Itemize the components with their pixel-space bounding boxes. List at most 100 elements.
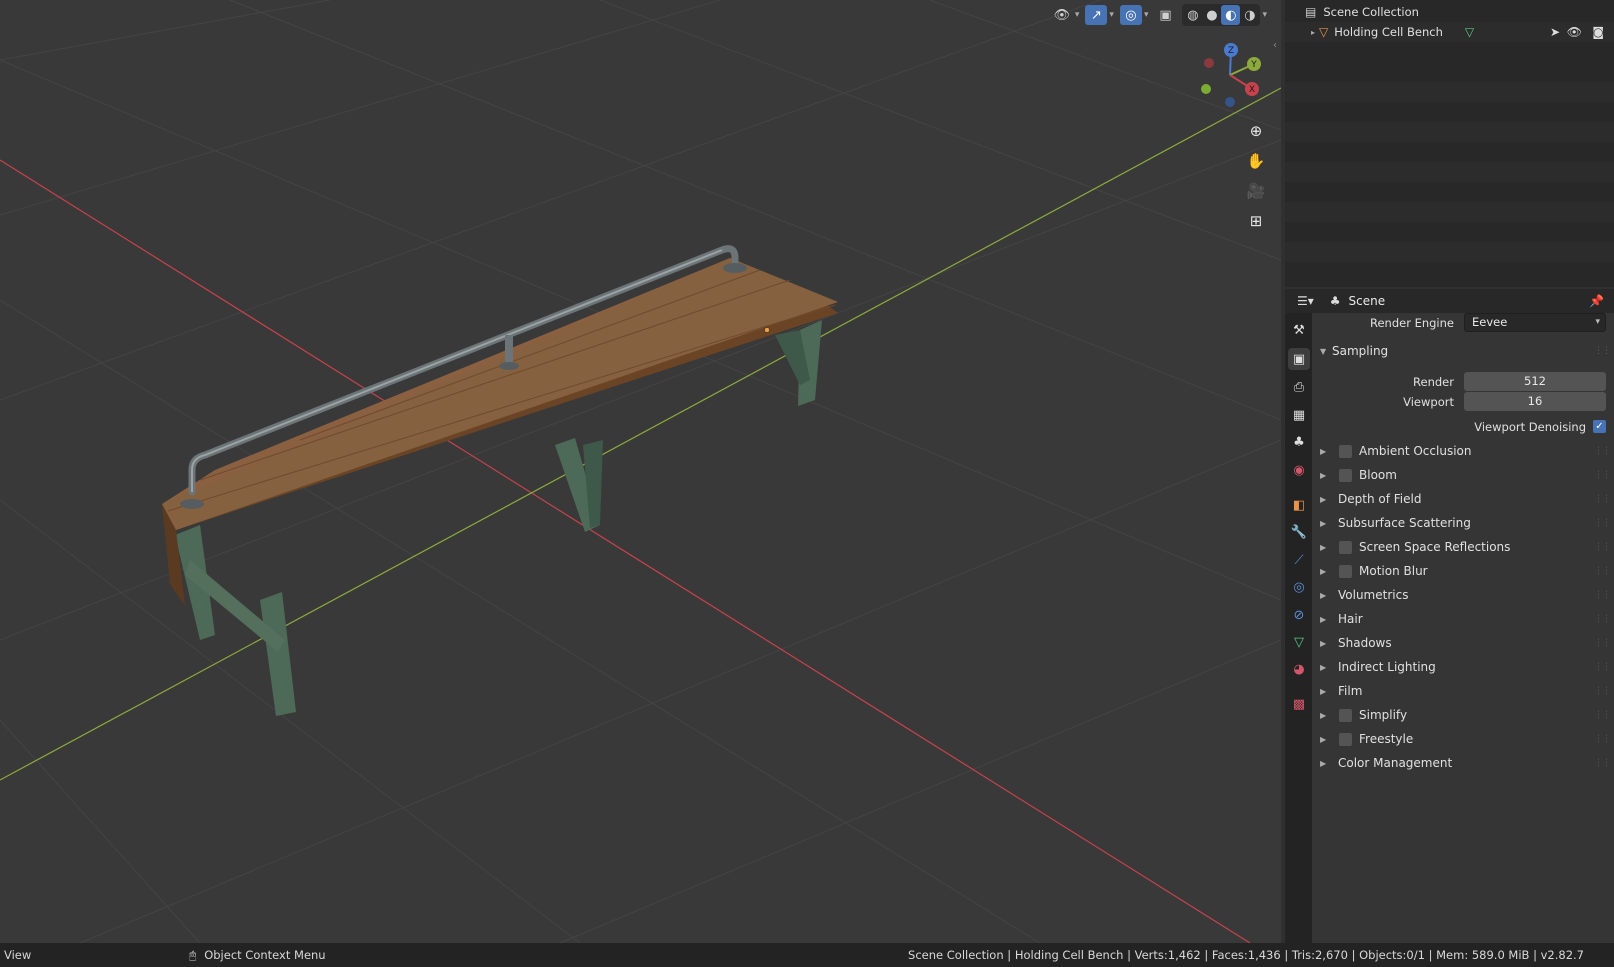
view-layer-icon[interactable]: ▦	[1288, 404, 1310, 426]
output-icon[interactable]: ⎙	[1288, 376, 1310, 398]
overlay-icon[interactable]: ◎	[1119, 5, 1142, 25]
properties-header: ☰▾ ♣ Scene 📌	[1285, 289, 1614, 313]
panel-simplify[interactable]: ▶ Simplify ⋮⋮	[1312, 704, 1614, 726]
sampling-viewport-field[interactable]: 16	[1464, 392, 1606, 411]
outliner-row-object[interactable]: ▸ ▽ Holding Cell Bench ▽ ➤ 👁 ◙	[1285, 22, 1614, 42]
rendered-icon[interactable]: ◑	[1240, 5, 1259, 25]
drag-grip-icon[interactable]: ⋮⋮	[1594, 590, 1611, 600]
panel-freestyle[interactable]: ▶ Freestyle ⋮⋮	[1312, 728, 1614, 750]
drag-grip-icon[interactable]: ⋮⋮	[1594, 566, 1611, 576]
modifier-icon[interactable]: 🔧	[1288, 521, 1310, 543]
panel-label: Motion Blur	[1359, 564, 1428, 578]
visibility-icon[interactable]: 👁	[1051, 5, 1073, 25]
drag-grip-icon[interactable]: ⋮⋮	[1594, 686, 1611, 696]
mesh-data-icon[interactable]: ▽	[1465, 25, 1474, 39]
panel-enable-checkbox[interactable]	[1339, 468, 1352, 482]
panel-bloom[interactable]: ▶ Bloom ⋮⋮	[1312, 464, 1614, 486]
drag-grip-icon[interactable]: ⋮⋮	[1594, 638, 1611, 648]
status-view-label[interactable]: View	[4, 948, 31, 962]
chevron-down-icon[interactable]: ▾	[1109, 10, 1114, 20]
render-icon[interactable]: ▣	[1288, 348, 1310, 370]
render-engine-select[interactable]: Eevee ▾	[1464, 313, 1606, 332]
editor-type-icon[interactable]: ☰▾	[1297, 294, 1314, 308]
eye-icon[interactable]: 👁	[1567, 25, 1582, 39]
panel-screen-space-reflections[interactable]: ▶ Screen Space Reflections ⋮⋮	[1312, 536, 1614, 558]
hand-pan-icon[interactable]: ✋	[1243, 148, 1269, 174]
panel-hair[interactable]: ▶ Hair ⋮⋮	[1312, 608, 1614, 630]
outliner-object-label: Holding Cell Bench	[1334, 25, 1443, 39]
panel-motion-blur[interactable]: ▶ Motion Blur ⋮⋮	[1312, 560, 1614, 582]
gizmo-icon[interactable]: ↗	[1085, 5, 1108, 25]
panel-shadows[interactable]: ▶ Shadows ⋮⋮	[1312, 632, 1614, 654]
texture-icon[interactable]: ▩	[1288, 693, 1310, 715]
drag-grip-icon[interactable]: ⋮⋮	[1594, 542, 1611, 552]
chevron-down-icon[interactable]: ▾	[1075, 10, 1080, 20]
drag-grip-icon[interactable]: ⋮⋮	[1594, 494, 1611, 504]
solid-icon[interactable]: ●	[1202, 5, 1221, 25]
sampling-render-label: Render	[1413, 375, 1454, 389]
panel-ambient-occlusion[interactable]: ▶ Ambient Occlusion ⋮⋮	[1312, 440, 1614, 462]
panel-subsurface-scattering[interactable]: ▶ Subsurface Scattering ⋮⋮	[1312, 512, 1614, 534]
gizmo-neg-z[interactable]	[1225, 97, 1235, 107]
material-icon[interactable]: ◕	[1288, 658, 1310, 680]
viewport-denoising-checkbox[interactable]: ✓	[1593, 420, 1606, 433]
panel-depth-of-field[interactable]: ▶ Depth of Field ⋮⋮	[1312, 488, 1614, 510]
physics-icon[interactable]: ◎	[1288, 576, 1310, 598]
drag-grip-icon[interactable]: ⋮⋮	[1594, 346, 1611, 356]
drag-grip-icon[interactable]: ⋮⋮	[1594, 518, 1611, 528]
chevron-down-icon[interactable]: ▾	[1262, 10, 1267, 20]
xray-icon[interactable]: ▣	[1154, 5, 1176, 25]
panel-enable-checkbox[interactable]	[1339, 564, 1352, 578]
zoom-icon[interactable]: ⊕	[1243, 118, 1269, 144]
bench-model[interactable]	[162, 245, 838, 716]
sampling-render-field[interactable]: 512	[1464, 372, 1606, 391]
panel-film[interactable]: ▶ Film ⋮⋮	[1312, 680, 1614, 702]
navigation-gizmo[interactable]: Z Y X	[1195, 40, 1265, 110]
drag-grip-icon[interactable]: ⋮⋮	[1594, 734, 1611, 744]
world-icon[interactable]: ◉	[1288, 459, 1310, 481]
object-icon[interactable]: ◧	[1288, 494, 1310, 516]
outliner-row-scene-collection[interactable]: ▤ Scene Collection	[1285, 2, 1614, 22]
drag-grip-icon[interactable]: ⋮⋮	[1594, 758, 1611, 768]
expand-arrow-icon[interactable]: ▸	[1311, 28, 1315, 37]
tool-icon[interactable]: ⚒	[1288, 319, 1310, 341]
panel-color-management[interactable]: ▶ Color Management ⋮⋮	[1312, 752, 1614, 774]
outliner-empty-row	[1285, 82, 1614, 102]
render-engine-label: Render Engine	[1369, 316, 1454, 330]
scene-icon[interactable]: ♣	[1288, 431, 1310, 453]
chevron-down-icon[interactable]: ▾	[1144, 10, 1149, 20]
chevron-left-icon[interactable]: ‹	[1273, 40, 1281, 54]
gizmo-neg-x[interactable]	[1204, 58, 1214, 68]
drag-grip-icon[interactable]: ⋮⋮	[1594, 710, 1611, 720]
particles-icon[interactable]: ⟋	[1288, 549, 1310, 571]
collapsed-arrow-icon: ▶	[1320, 518, 1327, 528]
status-bar: View 🖱 Object Context Menu Scene Collect…	[0, 943, 1614, 967]
drag-grip-icon[interactable]: ⋮⋮	[1594, 662, 1611, 672]
panel-enable-checkbox[interactable]	[1339, 540, 1352, 554]
pin-icon[interactable]: 📌	[1589, 294, 1604, 308]
panel-enable-checkbox[interactable]	[1339, 444, 1352, 458]
drag-grip-icon[interactable]: ⋮⋮	[1594, 446, 1611, 456]
drag-grip-icon[interactable]: ⋮⋮	[1594, 470, 1611, 480]
panel-sampling[interactable]: ▼ Sampling ⋮⋮	[1312, 340, 1614, 362]
gizmo-y-label: Y	[1250, 60, 1257, 70]
properties-editor[interactable]: ☰▾ ♣ Scene 📌 ⚒ ▣ ⎙ ▦ ♣ ◉ ◧ 🔧 ⟋ ◎ ⊘ ▽ ◕ ▩…	[1285, 289, 1614, 943]
drag-grip-icon[interactable]: ⋮⋮	[1594, 614, 1611, 624]
select-arrow-icon[interactable]: ➤	[1550, 25, 1560, 39]
material-preview-icon[interactable]: ◐	[1221, 5, 1241, 25]
panel-volumetrics[interactable]: ▶ Volumetrics ⋮⋮	[1312, 584, 1614, 606]
wireframe-icon[interactable]: ◍	[1183, 5, 1202, 25]
panel-indirect-lighting[interactable]: ▶ Indirect Lighting ⋮⋮	[1312, 656, 1614, 678]
3d-viewport[interactable]: 👁 ▾ ↗ ▾ ◎ ▾ ▣ ◍ ● ◐ ◑ ▾ Z Y X ⊕ ✋ 🎥 ⊞ ‹	[0, 0, 1281, 943]
data-icon[interactable]: ▽	[1288, 631, 1310, 653]
outliner-panel[interactable]: ▤ Scene Collection ▸ ▽ Holding Cell Benc…	[1285, 0, 1614, 287]
panel-enable-checkbox[interactable]	[1339, 732, 1352, 746]
collapsed-arrow-icon: ▶	[1320, 662, 1327, 672]
camera-render-icon[interactable]: ◙	[1592, 25, 1604, 39]
panel-label: Color Management	[1338, 756, 1453, 770]
camera-icon[interactable]: 🎥	[1243, 178, 1269, 204]
constraints-icon[interactable]: ⊘	[1288, 604, 1310, 626]
perspective-grid-icon[interactable]: ⊞	[1243, 208, 1269, 234]
gizmo-neg-y[interactable]	[1201, 84, 1211, 94]
panel-enable-checkbox[interactable]	[1339, 708, 1352, 722]
